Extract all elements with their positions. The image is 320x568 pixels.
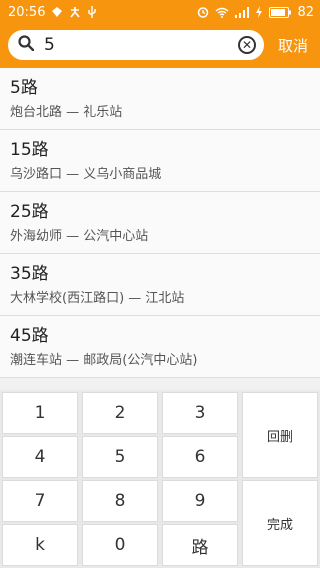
search-box[interactable]: ✕ (8, 30, 264, 60)
key-3[interactable]: 3 (162, 392, 238, 434)
status-time: 20:56 (8, 4, 46, 20)
usb-icon (87, 6, 97, 18)
key-1[interactable]: 1 (2, 392, 78, 434)
route-number: 45路 (10, 326, 49, 346)
results-list: 5路 炮台北路 — 礼乐站 15路 乌沙路口 — 义乌小商品城 25路 外海幼师… (0, 68, 320, 378)
route-number: 15路 (10, 140, 49, 160)
battery-level: 82 (297, 4, 314, 20)
search-icon (18, 35, 35, 55)
list-item[interactable]: 15路 乌沙路口 — 义乌小商品城 (0, 130, 320, 192)
key-8[interactable]: 8 (82, 480, 158, 522)
route-stops: 外海幼师 — 公汽中心站 (10, 229, 149, 244)
route-stops: 乌沙路口 — 义乌小商品城 (10, 167, 162, 182)
keypad: 1 2 3 回删 4 5 6 7 8 9 完成 k 0 路 (0, 390, 320, 568)
charging-icon (255, 6, 263, 18)
list-item[interactable]: 35路 大林学校(西江路口) — 江北站 (0, 254, 320, 316)
wifi-icon (215, 7, 229, 18)
signal-icon (235, 6, 250, 18)
done-key[interactable]: 完成 (242, 480, 318, 566)
route-number: 25路 (10, 202, 49, 222)
key-6[interactable]: 6 (162, 436, 238, 478)
route-stops: 潮连车站 — 邮政局(公汽中心站) (10, 353, 198, 368)
list-item[interactable]: 5路 炮台北路 — 礼乐站 (0, 68, 320, 130)
list-item[interactable]: 25路 外海幼师 — 公汽中心站 (0, 192, 320, 254)
header: 20:56 82 5 ✕ 取消 (0, 0, 320, 68)
route-number: 5路 (10, 78, 38, 98)
list-item[interactable]: 45路 潮连车站 — 邮政局(公汽中心站) (0, 316, 320, 378)
key-lu[interactable]: 路 (162, 524, 238, 566)
key-0[interactable]: 0 (82, 524, 158, 566)
route-stops: 大林学校(西江路口) — 江北站 (10, 291, 185, 306)
key-5[interactable]: 5 (82, 436, 158, 478)
key-k[interactable]: k (2, 524, 78, 566)
alarm-icon (197, 6, 209, 18)
key-4[interactable]: 4 (2, 436, 78, 478)
search-input[interactable] (42, 34, 226, 56)
clear-icon[interactable]: ✕ (238, 36, 256, 54)
cancel-button[interactable]: 取消 (278, 35, 308, 56)
route-stops: 炮台北路 — 礼乐站 (10, 105, 123, 120)
backspace-key[interactable]: 回删 (242, 392, 318, 478)
notification-icon (51, 6, 63, 18)
battery-icon (269, 6, 292, 18)
person-icon (69, 6, 81, 18)
key-9[interactable]: 9 (162, 480, 238, 522)
route-number: 35路 (10, 264, 49, 284)
key-7[interactable]: 7 (2, 480, 78, 522)
status-bar: 20:56 82 (0, 0, 320, 24)
key-2[interactable]: 2 (82, 392, 158, 434)
